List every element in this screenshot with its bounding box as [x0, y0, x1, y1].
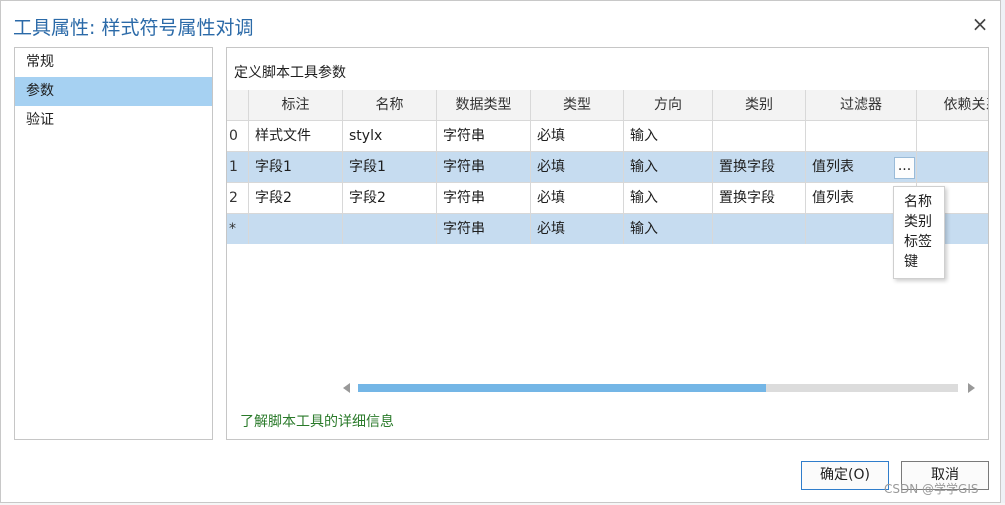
menu-item-label[interactable]: 标签: [894, 232, 944, 252]
sidebar-item-general[interactable]: 常规: [15, 48, 212, 77]
cell-datatype[interactable]: 字符串: [437, 183, 531, 214]
cell-category[interactable]: 置换字段: [713, 183, 806, 214]
cell-dependency[interactable]: [917, 152, 988, 183]
cell-label[interactable]: 字段2: [249, 183, 343, 214]
column-header-name[interactable]: 名称: [343, 90, 437, 121]
cell-direction[interactable]: 输入: [624, 152, 713, 183]
parameters-panel: 定义脚本工具参数 标注 名称 数据类型 类型 方向 类别 过滤器 依赖关系 0 …: [226, 47, 989, 440]
table-row-new[interactable]: * 字符串 必填 输入: [227, 214, 988, 244]
cell-type[interactable]: 必填: [531, 183, 624, 214]
cell-datatype[interactable]: 字符串: [437, 152, 531, 183]
grid-header-row: 标注 名称 数据类型 类型 方向 类别 过滤器 依赖关系: [227, 90, 988, 121]
cell-name[interactable]: [343, 214, 437, 244]
column-header-label[interactable]: 标注: [249, 90, 343, 121]
sidebar-nav: 常规 参数 验证: [14, 47, 213, 440]
cell-name[interactable]: 字段2: [343, 183, 437, 214]
cell-label[interactable]: [249, 214, 343, 244]
cell-category[interactable]: [713, 121, 806, 152]
tool-properties-dialog: 工具属性: 样式符号属性对调 × 常规 参数 验证 定义脚本工具参数 标注 名称…: [0, 0, 1001, 503]
horizontal-scrollbar[interactable]: [343, 382, 975, 394]
ok-button[interactable]: 确定(O): [801, 461, 889, 490]
column-header-datatype[interactable]: 数据类型: [437, 90, 531, 121]
scroll-left-icon[interactable]: [343, 383, 350, 393]
cell-label[interactable]: 字段1: [249, 152, 343, 183]
scroll-track[interactable]: [358, 384, 958, 392]
cell-type[interactable]: 必填: [531, 121, 624, 152]
row-index[interactable]: 0: [227, 121, 249, 152]
corner-cell: [227, 90, 249, 121]
column-header-dependency[interactable]: 依赖关系: [917, 90, 988, 121]
cell-type[interactable]: 必填: [531, 152, 624, 183]
cell-type[interactable]: 必填: [531, 214, 624, 244]
dialog-title: 工具属性: 样式符号属性对调: [13, 17, 254, 39]
panel-header: 定义脚本工具参数: [234, 65, 346, 81]
cell-filter[interactable]: [806, 121, 917, 152]
column-header-filter[interactable]: 过滤器: [806, 90, 917, 121]
cell-direction[interactable]: 输入: [624, 121, 713, 152]
watermark: CSDN @学学GIS: [884, 482, 979, 496]
row-index[interactable]: *: [227, 214, 249, 244]
menu-item-key[interactable]: 键: [894, 252, 944, 272]
parameters-grid: 标注 名称 数据类型 类型 方向 类别 过滤器 依赖关系 0 样式文件 styl…: [227, 90, 988, 244]
row-index[interactable]: 1: [227, 152, 249, 183]
learn-more-link[interactable]: 了解脚本工具的详细信息: [240, 411, 394, 431]
sidebar-item-parameters[interactable]: 参数: [15, 77, 212, 106]
cell-label[interactable]: 样式文件: [249, 121, 343, 152]
table-row[interactable]: 2 字段2 字段2 字符串 必填 输入 置换字段 值列表: [227, 183, 988, 214]
row-index[interactable]: 2: [227, 183, 249, 214]
scroll-right-icon[interactable]: [968, 383, 975, 393]
table-row-selected[interactable]: 1 字段1 字段1 字符串 必填 输入 置换字段 值列表 ...: [227, 152, 988, 183]
cell-category[interactable]: [713, 214, 806, 244]
cell-category[interactable]: 置换字段: [713, 152, 806, 183]
menu-item-name[interactable]: 名称: [894, 192, 944, 212]
sidebar-item-validation[interactable]: 验证: [15, 106, 212, 135]
cell-datatype[interactable]: 字符串: [437, 214, 531, 244]
table-row[interactable]: 0 样式文件 stylx 字符串 必填 输入: [227, 121, 988, 152]
column-header-direction[interactable]: 方向: [624, 90, 713, 121]
column-header-type[interactable]: 类型: [531, 90, 624, 121]
menu-item-category[interactable]: 类别: [894, 212, 944, 232]
close-icon[interactable]: ×: [967, 11, 993, 37]
cell-name[interactable]: 字段1: [343, 152, 437, 183]
scroll-thumb[interactable]: [358, 384, 766, 392]
column-header-category[interactable]: 类别: [713, 90, 806, 121]
cell-name[interactable]: stylx: [343, 121, 437, 152]
cell-direction[interactable]: 输入: [624, 214, 713, 244]
cell-dependency[interactable]: [917, 121, 988, 152]
cell-direction[interactable]: 输入: [624, 183, 713, 214]
filter-options-button[interactable]: ...: [894, 157, 915, 179]
filter-dropdown-menu: 名称 类别 标签 键: [893, 186, 945, 279]
cell-datatype[interactable]: 字符串: [437, 121, 531, 152]
